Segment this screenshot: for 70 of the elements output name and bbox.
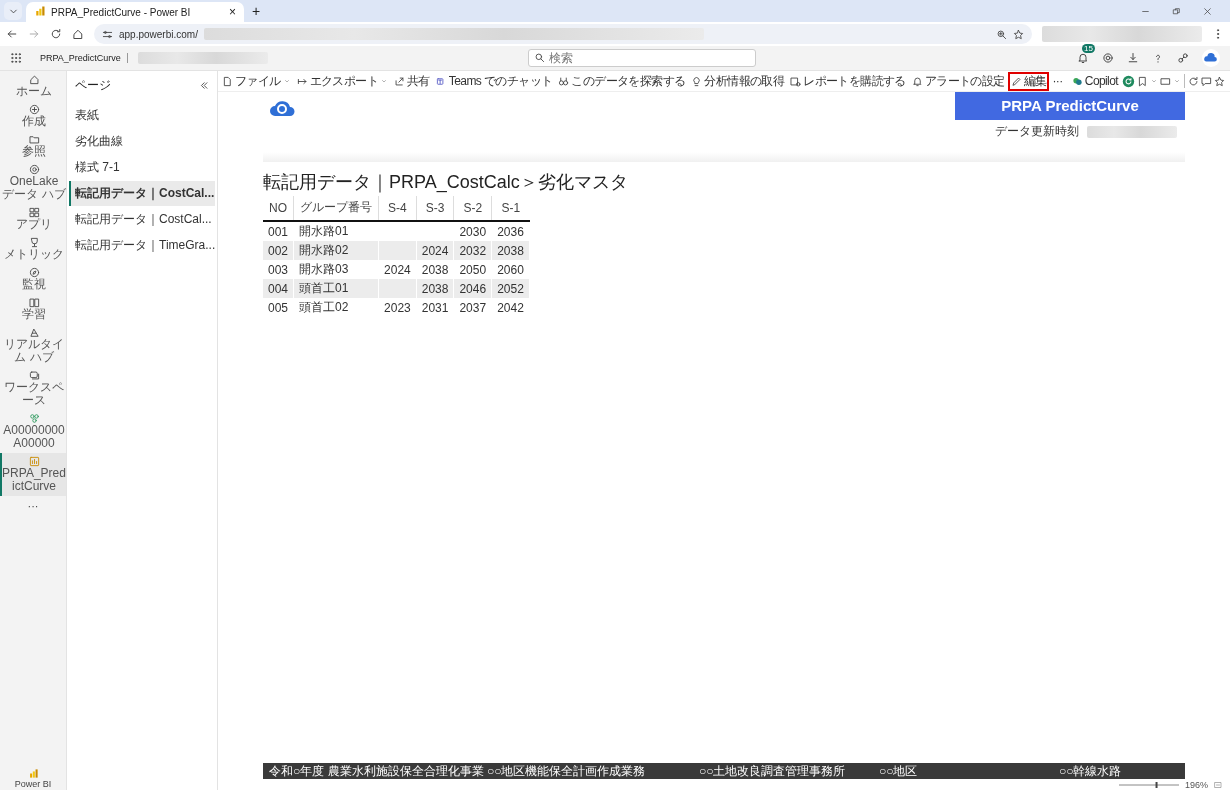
column-header: S-1 [491, 196, 530, 221]
toolbar-button[interactable]: 分析情報の取得 [688, 71, 788, 91]
nav-item[interactable]: A00000000A00000 [0, 410, 66, 453]
toolbar-button[interactable]: このデータを探索する [555, 71, 689, 91]
brand-label: Power BI [14, 779, 52, 789]
toolbar-button[interactable]: 共有 [391, 71, 433, 91]
table-cell: 頭首工01 [293, 279, 379, 298]
table-cell: 2032 [453, 241, 492, 260]
column-header: NO [263, 196, 294, 221]
page-tab[interactable]: 転記用データ｜TimeGra... [69, 233, 215, 258]
pane-title: ページ [75, 77, 111, 94]
more-button[interactable]: ··· [0, 496, 66, 516]
toolbar-button[interactable]: ファイル [219, 71, 294, 91]
column-header: S-4 [378, 196, 417, 221]
table-cell: 2038 [416, 279, 454, 298]
report-title-banner: PRPA PredictCurve [955, 92, 1185, 120]
table-cell: 2052 [491, 279, 530, 298]
table-cell: 頭首工02 [293, 298, 379, 317]
footer-text: ○○幹線水路 [1059, 762, 1122, 780]
table-cell: 2023 [378, 298, 417, 317]
nav-item[interactable]: 参照 [0, 131, 66, 161]
table-cell: 002 [263, 241, 294, 260]
table-cell: 2038 [491, 241, 530, 260]
toolbar-button[interactable]: Teams でのチャット [432, 71, 556, 91]
page-heading: 転記用データ｜PRPA_CostCalc＞劣化マスタ [263, 171, 629, 194]
table-cell: 2046 [453, 279, 492, 298]
page-tab[interactable]: 劣化曲線 [69, 129, 215, 154]
report-name: PRPA_PredictCurve [40, 53, 128, 63]
table-cell: 2024 [416, 241, 454, 260]
new-tab-button[interactable]: + [248, 3, 265, 19]
page-tab[interactable]: 様式 7-1 [69, 155, 215, 180]
nav-item[interactable]: メトリック [0, 234, 66, 264]
table-cell: 005 [263, 298, 294, 317]
nav-item[interactable]: OneLake データ ハブ [0, 161, 66, 204]
toolbar-button[interactable]: 編集 [1007, 71, 1050, 91]
page-tab[interactable]: 転記用データ｜CostCal... [69, 181, 215, 206]
nav-item[interactable]: アプリ [0, 204, 66, 234]
address-field[interactable]: app.powerbi.com/ [94, 24, 1032, 44]
footer-text: ○○土地改良調査管理事務所 [699, 762, 847, 780]
table-cell: 2037 [453, 298, 492, 317]
footer-text: 令和○年度 農業水利施設保全合理化事業 ○○地区機能保全計画作成業務 [269, 762, 647, 780]
table-cell: 開水路02 [293, 241, 379, 260]
footer-text: ○○地区 [879, 762, 919, 780]
page-tab[interactable]: 表紙 [69, 103, 215, 128]
table-cell: 004 [263, 279, 294, 298]
column-header: S-3 [416, 196, 454, 221]
zoom-level: 196% [1184, 779, 1208, 790]
notification-badge: 15 [1082, 44, 1095, 53]
page-tab[interactable]: 転記用データ｜CostCal... [69, 207, 215, 232]
nav-item[interactable]: リアルタイム ハブ [0, 324, 66, 367]
table-cell: 2031 [416, 298, 454, 317]
browser-tab[interactable]: PRPA_PredictCurve - Power BI × [26, 2, 244, 22]
nav-item[interactable]: PRPA_PredictCurve [0, 453, 66, 496]
more-button[interactable]: ··· [1049, 71, 1066, 91]
toolbar-button[interactable]: エクスポート [293, 71, 391, 91]
nav-item[interactable]: ワークスペース [0, 367, 66, 410]
tab-close-button[interactable]: × [229, 5, 236, 19]
nav-item[interactable]: ホーム [0, 71, 66, 101]
search-field[interactable]: 検索 [527, 49, 756, 67]
nav-item[interactable]: 監視 [0, 264, 66, 294]
copilot-button[interactable]: Copilot [1068, 71, 1121, 91]
nav-item[interactable]: 学習 [0, 294, 66, 324]
update-time-label: データ更新時刻 [995, 123, 1079, 140]
toolbar-button[interactable]: アラートの設定 [908, 71, 1008, 91]
column-header: グループ番号 [293, 196, 379, 221]
table-cell: 2042 [491, 298, 530, 317]
nav-item[interactable]: 作成 [0, 101, 66, 131]
column-header: S-2 [453, 196, 492, 221]
tab-title: PRPA_PredictCurve - Power BI [51, 6, 192, 18]
toolbar-button[interactable]: レポートを購読する [787, 71, 909, 91]
